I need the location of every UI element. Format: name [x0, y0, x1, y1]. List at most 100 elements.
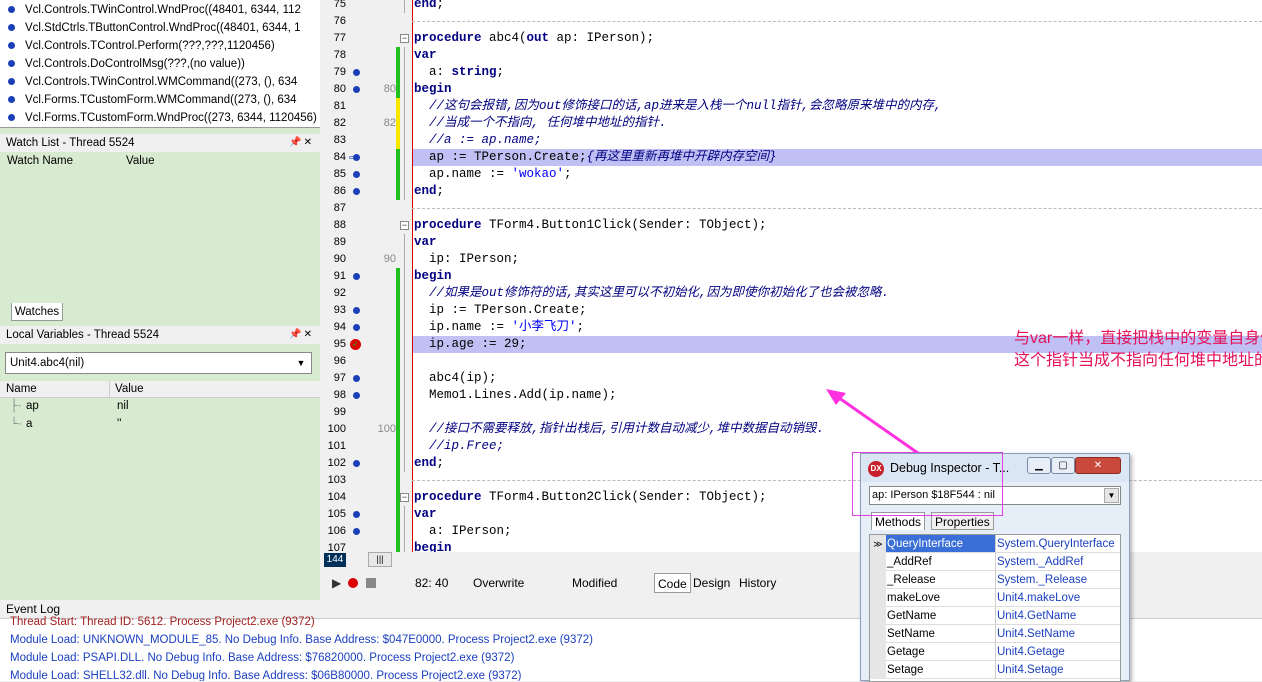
code-line[interactable]: 85 ap.name := 'wokao';: [320, 166, 1262, 183]
breakpoint-dot-icon[interactable]: [353, 392, 360, 399]
tab-watches[interactable]: Watches: [11, 303, 63, 321]
stop-icon[interactable]: [366, 578, 376, 588]
watch-col-value[interactable]: Value: [126, 153, 155, 170]
fold-toggle-icon[interactable]: −: [400, 493, 409, 502]
watch-list-body[interactable]: [0, 170, 320, 302]
pin-icon[interactable]: 📌✕: [289, 326, 314, 344]
call-stack-list[interactable]: Vcl.Controls.TWinControl.WndProc((48401,…: [0, 0, 320, 128]
call-stack-row[interactable]: Vcl.StdCtrls.TButtonControl.WndProc((484…: [0, 19, 320, 37]
code-text: begin: [412, 268, 452, 285]
code-line[interactable]: 83 //a := ap.name;: [320, 132, 1262, 149]
code-line[interactable]: 93 ip := TPerson.Create;: [320, 302, 1262, 319]
call-stack-row[interactable]: Vcl.Forms.TCustomForm.WndProc((273, 6344…: [0, 109, 320, 127]
breakpoint-dot-icon[interactable]: [353, 375, 360, 382]
breakpoint-dot-icon: [8, 60, 15, 68]
breakpoint-dot-icon[interactable]: [353, 171, 360, 178]
fold-toggle-icon[interactable]: −: [400, 34, 409, 43]
code-line[interactable]: 98 Memo1.Lines.Add(ip.name);: [320, 387, 1262, 404]
breakpoint-dot-icon: [8, 78, 15, 86]
code-line[interactable]: 81 //这句会报错,因为out修饰接口的话,ap进来是入栈一个null指针,会…: [320, 98, 1262, 115]
change-marker: [396, 285, 400, 302]
maximize-button[interactable]: ▢: [1051, 457, 1075, 474]
local-variable-row[interactable]: ├· ap nil: [0, 398, 320, 415]
code-line[interactable]: 79 a: string;: [320, 64, 1262, 81]
code-line[interactable]: 84 ⇨ ap := TPerson.Create;{再这里重新再堆中开辟内存空间…: [320, 149, 1262, 166]
breakpoint-dot-icon[interactable]: [353, 69, 360, 76]
inspector-method-row[interactable]: makeLove Unit4.makeLove: [870, 589, 1122, 607]
breakpoint-dot-icon[interactable]: [353, 307, 360, 314]
locals-col-name[interactable]: Name: [6, 381, 37, 398]
code-line[interactable]: 92 //如果是out修饰符的话,其实这里可以不初始化,因为即使你初始化了也会被…: [320, 285, 1262, 302]
line-number: 86: [333, 185, 346, 197]
close-button[interactable]: ✕: [1075, 457, 1121, 474]
code-text: end;: [412, 0, 444, 13]
chevron-down-icon[interactable]: ▼: [293, 355, 309, 371]
fold-toggle-icon[interactable]: −: [400, 221, 409, 230]
locals-col-value[interactable]: Value: [109, 381, 144, 398]
tab-history[interactable]: History: [736, 573, 779, 593]
pin-icon[interactable]: 📌✕: [289, 134, 314, 152]
inspector-method-row[interactable]: ≫ QueryInterface System.QueryInterface: [870, 535, 1122, 553]
change-marker: [396, 404, 400, 421]
inspector-method-row[interactable]: SetName Unit4.SetName: [870, 625, 1122, 643]
inspector-method-row[interactable]: GetName Unit4.GetName: [870, 607, 1122, 625]
scroll-thumb[interactable]: |||: [368, 552, 392, 567]
code-text: var: [412, 506, 437, 523]
line-number: 97: [333, 372, 346, 384]
code-line[interactable]: 88 − procedure TForm4.Button1Click(Sender:…: [320, 217, 1262, 234]
code-text: procedure abc4(out ap: IPerson);: [412, 30, 655, 47]
local-variable-row[interactable]: └· a '': [0, 416, 320, 433]
code-line[interactable]: 91 begin: [320, 268, 1262, 285]
tab-design[interactable]: Design: [690, 573, 733, 593]
method-value: Unit4.SetName: [996, 625, 1120, 643]
code-line[interactable]: 100 100 //接口不需要释放,指针出栈后,引用计数自动减少,堆中数据自动销毁…: [320, 421, 1262, 438]
breakpoint-dot-icon[interactable]: [353, 528, 360, 535]
horizontal-scrollbar[interactable]: 144 |||: [320, 552, 860, 568]
local-variables-frame-select[interactable]: Unit4.abc4(nil) ▼: [5, 352, 312, 374]
breakpoint-dot-icon[interactable]: [353, 273, 360, 280]
record-icon[interactable]: [348, 578, 358, 588]
change-marker: [396, 540, 400, 552]
annotation-text: 与var一样，直接把栈中的变量自身传递过来，但是会忽略原来堆中的内存，把这个指针…: [1014, 330, 1262, 369]
chevron-down-icon[interactable]: ▼: [1104, 488, 1119, 503]
watch-col-name[interactable]: Watch Name: [7, 153, 73, 170]
call-stack-row[interactable]: Vcl.Controls.DoControlMsg(???,(no value)…: [0, 55, 320, 73]
breakpoint-dot-icon[interactable]: [353, 324, 360, 331]
code-line[interactable]: 90 90 ip: IPerson;: [320, 251, 1262, 268]
minimize-button[interactable]: ▁: [1027, 457, 1051, 474]
breakpoint-dot-icon[interactable]: [353, 188, 360, 195]
code-line[interactable]: 97 abc4(ip);: [320, 370, 1262, 387]
breakpoint-dot-icon[interactable]: [353, 460, 360, 467]
inspector-method-row[interactable]: _Release System._Release: [870, 571, 1122, 589]
inspector-methods-grid[interactable]: ≫ QueryInterface System.QueryInterface _Add…: [869, 534, 1121, 682]
code-line[interactable]: 75 end;: [320, 0, 1262, 13]
code-line[interactable]: 78 var: [320, 47, 1262, 64]
play-icon[interactable]: ▶: [332, 572, 341, 594]
code-line[interactable]: 89 var: [320, 234, 1262, 251]
breakpoint-dot-icon: [8, 114, 15, 122]
inspector-method-row[interactable]: _AddRef System._AddRef: [870, 553, 1122, 571]
code-line[interactable]: 86 end;: [320, 183, 1262, 200]
call-stack-entry: Vcl.Controls.TControl.Perform(???,???,11…: [25, 40, 275, 52]
code-line[interactable]: 99: [320, 404, 1262, 421]
call-stack-row[interactable]: Vcl.Controls.TWinControl.WMCommand((273,…: [0, 73, 320, 91]
breakpoint-dot-icon[interactable]: [353, 511, 360, 518]
code-line[interactable]: 80 80 begin: [320, 81, 1262, 98]
change-marker: [396, 132, 400, 149]
change-marker: [396, 455, 400, 472]
call-stack-entry: Vcl.Controls.TWinControl.WndProc((48401,…: [25, 4, 301, 16]
line-number: 81: [333, 100, 346, 112]
call-stack-row[interactable]: Vcl.Forms.TCustomForm.WMCommand((273, ()…: [0, 91, 320, 109]
row-gutter: [870, 643, 886, 661]
call-stack-entry: Vcl.Controls.TWinControl.WMCommand((273,…: [25, 76, 298, 88]
code-line[interactable]: 77 − procedure abc4(out ap: IPerson);: [320, 30, 1262, 47]
call-stack-row[interactable]: Vcl.Controls.TWinControl.WndProc((48401,…: [0, 1, 320, 19]
breakpoint-dot-icon[interactable]: [353, 86, 360, 93]
inspector-method-row[interactable]: Setage Unit4.Setage: [870, 661, 1122, 679]
inspector-method-row[interactable]: Getage Unit4.Getage: [870, 643, 1122, 661]
call-stack-row[interactable]: Vcl.Controls.TControl.Perform(???,???,11…: [0, 37, 320, 55]
active-breakpoint-icon[interactable]: ✓: [350, 339, 361, 350]
code-line[interactable]: 82 82 //当成一个不指向, 任何堆中地址的指针.: [320, 115, 1262, 132]
tab-code[interactable]: Code: [654, 573, 691, 593]
change-marker: [396, 336, 400, 353]
